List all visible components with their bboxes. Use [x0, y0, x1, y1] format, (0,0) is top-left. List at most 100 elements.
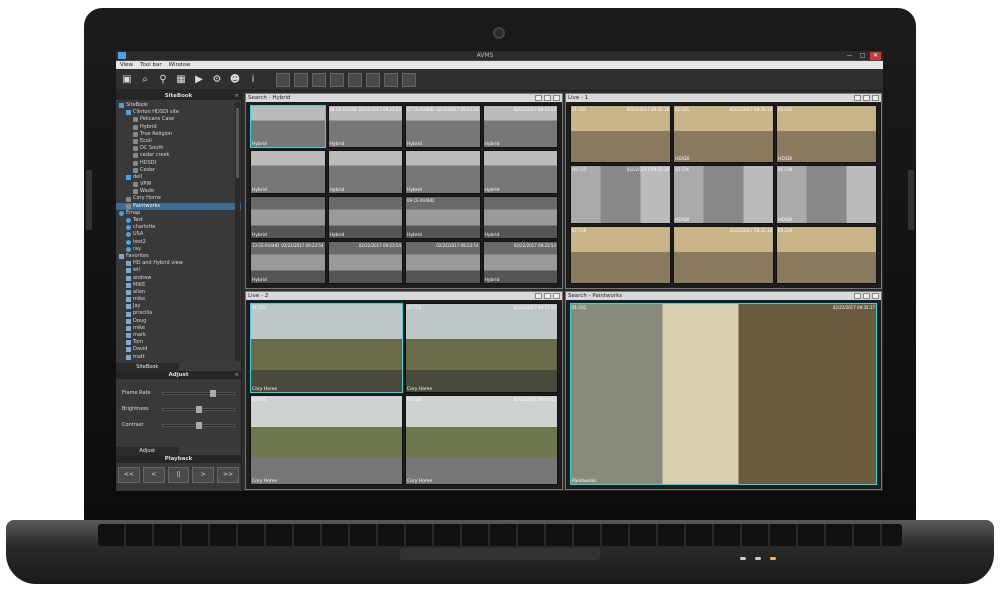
contrast-slider[interactable]: [162, 421, 235, 429]
sitebook-item[interactable]: ray: [116, 246, 241, 253]
layout-9-icon[interactable]: [312, 72, 326, 87]
layout-8-icon[interactable]: [366, 72, 380, 87]
pane-max-button[interactable]: [863, 95, 870, 101]
sitebook-item[interactable]: Emap: [116, 210, 241, 217]
pane-max-button[interactable]: [544, 95, 551, 101]
camera-tile[interactable]: 02/22/2017 09:35:18: [673, 225, 774, 284]
sitebook-item[interactable]: Tom: [116, 339, 241, 346]
sitebook-item[interactable]: Doug: [116, 318, 241, 325]
users-icon[interactable]: ☻: [228, 73, 242, 87]
brightness-slider[interactable]: [162, 405, 235, 413]
record-icon[interactable]: ▦: [174, 73, 188, 87]
camera-tile[interactable]: 09 CE-XV4HD Hybrid: [405, 195, 481, 239]
camera-tile[interactable]: 02 C01 02/22/2017 09:35:18 HDSDI: [673, 105, 774, 164]
pane-search-hybrid[interactable]: Search - Hybrid Hybrid 06 CE-XV4HD 02/22/2…: [245, 93, 563, 289]
play-button[interactable]: >: [192, 467, 215, 483]
fast-forward-button[interactable]: >>: [217, 467, 239, 483]
menu-tool-bar[interactable]: Tool bar: [140, 62, 162, 68]
frame-rate-slider[interactable]: [162, 389, 235, 397]
layout-13-icon[interactable]: [402, 72, 416, 87]
sitebook-item[interactable]: Paintworks: [116, 202, 241, 210]
sitebook-item[interactable]: Jay: [116, 303, 241, 310]
sitebook-item[interactable]: HD and Hybrid view: [116, 260, 241, 267]
layout-1-icon[interactable]: [276, 72, 290, 87]
sitebook-item[interactable]: SiteBook: [116, 102, 241, 109]
slider-thumb[interactable]: [195, 421, 202, 429]
camera-tile[interactable]: 13 CE-XV4HD 02/22/2017 09:23:54 Hybrid: [250, 240, 326, 284]
camera-list-icon[interactable]: ▣: [120, 73, 134, 87]
tab-other[interactable]: [178, 363, 241, 371]
sitebook-item[interactable]: cedar creek: [116, 152, 241, 159]
pane-close-button[interactable]: [553, 293, 560, 299]
camera-tile[interactable]: Hybrid: [482, 195, 558, 239]
sitebook-item[interactable]: wil: [116, 267, 241, 274]
slider-thumb[interactable]: [195, 405, 202, 413]
pane-min-button[interactable]: [535, 293, 542, 299]
camera-tile[interactable]: Hybrid: [250, 105, 326, 149]
camera-tile[interactable]: 03 C03 Cory Home: [250, 395, 403, 485]
camera-tile[interactable]: 02 C02 02/22/2017 09:23:50 Cory Home: [405, 303, 558, 393]
camera-tile[interactable]: Hybrid: [250, 150, 326, 194]
info-icon[interactable]: i: [246, 73, 260, 87]
sitebook-item[interactable]: Hybrid: [116, 124, 241, 131]
maximize-button[interactable]: □: [857, 52, 868, 60]
pane-live-1[interactable]: Live - 1 01 C01 02/22/2017 09:35:18 02 C01…: [565, 93, 882, 289]
pane-min-button[interactable]: [854, 293, 861, 299]
layout-16-icon[interactable]: [330, 72, 344, 87]
camera-tile[interactable]: 07 CE-XV4HD 02/22/2017 09:23:54 Hybrid: [405, 105, 481, 149]
tree-scrollbar[interactable]: [235, 102, 240, 361]
camera-tile[interactable]: Hybrid: [250, 195, 326, 239]
camera-tile[interactable]: 03 C01 HDSDI: [776, 105, 877, 164]
camera-tile[interactable]: 01 C01 02/22/2017 09:35:18: [570, 105, 671, 164]
menu-view[interactable]: View: [120, 62, 133, 68]
pane-close-button[interactable]: [872, 95, 879, 101]
camera-tile[interactable]: Hybrid: [327, 195, 403, 239]
camera-tile[interactable]: 05 C06 HDSDI: [673, 165, 774, 224]
settings-icon[interactable]: ⚙: [210, 73, 224, 87]
close-icon[interactable]: ×: [234, 92, 239, 100]
sitebook-item[interactable]: Pelicans Case: [116, 116, 241, 123]
step-back-button[interactable]: <: [142, 467, 165, 483]
map-pin-icon[interactable]: ⚲: [156, 73, 170, 87]
camera-tile[interactable]: Hybrid: [327, 150, 403, 194]
camera-tile[interactable]: 06 C08 HDSDI: [776, 165, 877, 224]
sitebook-item[interactable]: Cory Home: [116, 195, 241, 202]
sitebook-item[interactable]: Clinton HDSDI site: [116, 109, 241, 116]
sitebook-item[interactable]: mike: [116, 325, 241, 332]
minimize-button[interactable]: —: [844, 52, 855, 60]
sitebook-item[interactable]: USA: [116, 231, 241, 238]
pane-max-button[interactable]: [863, 293, 870, 299]
pane-close-button[interactable]: [872, 293, 879, 299]
camera-tile[interactable]: 04 C05 02/22/2017 09:35:18: [570, 165, 671, 224]
pane-min-button[interactable]: [854, 95, 861, 101]
camera-tile[interactable]: Hybrid: [405, 150, 481, 194]
sitebook-item[interactable]: Cedar: [116, 167, 241, 174]
camera-tile[interactable]: 02/22/2017 09:23:54: [327, 240, 403, 284]
tab-adjust[interactable]: Adjust: [116, 447, 179, 455]
pause-button[interactable]: ||: [167, 467, 190, 483]
sitebook-item[interactable]: mike: [116, 296, 241, 303]
pane-max-button[interactable]: [544, 293, 551, 299]
sitebook-item[interactable]: matt: [116, 354, 241, 361]
sitebook-item[interactable]: allan: [116, 289, 241, 296]
pane-search-paintworks[interactable]: Search - Paintworks 01 C01 02/22/2017 09:…: [565, 291, 882, 490]
sitebook-item[interactable]: HDSDI: [116, 160, 241, 167]
camera-tile[interactable]: 01 C01 Cory Home: [250, 303, 403, 393]
sitebook-item[interactable]: andrew: [116, 275, 241, 282]
camera-tile[interactable]: 09 C09: [776, 225, 877, 284]
tab-other[interactable]: [178, 447, 241, 455]
sitebook-item[interactable]: dell: [116, 174, 241, 181]
camera-tile[interactable]: 02/22/2017 09:23:54: [405, 240, 481, 284]
sitebook-item[interactable]: mark: [116, 332, 241, 339]
layout-6-icon[interactable]: [348, 72, 362, 87]
sitebook-item[interactable]: test2: [116, 239, 241, 246]
camera-tile[interactable]: 01 C01 02/22/2017 09:35:17 Paintworks: [570, 303, 877, 485]
camera-tile[interactable]: 04 C04 02/22/2017 09:23:51 Cory Home: [405, 395, 558, 485]
sitebook-item[interactable]: Favorites: [116, 253, 241, 260]
sitebook-item[interactable]: priscilla: [116, 310, 241, 317]
close-button[interactable]: ✕: [870, 51, 881, 60]
sitebook-item[interactable]: Wade: [116, 188, 241, 195]
search-icon[interactable]: ⌕: [138, 73, 152, 87]
camera-tile[interactable]: Hybrid: [482, 150, 558, 194]
layout-4-icon[interactable]: [294, 72, 308, 87]
